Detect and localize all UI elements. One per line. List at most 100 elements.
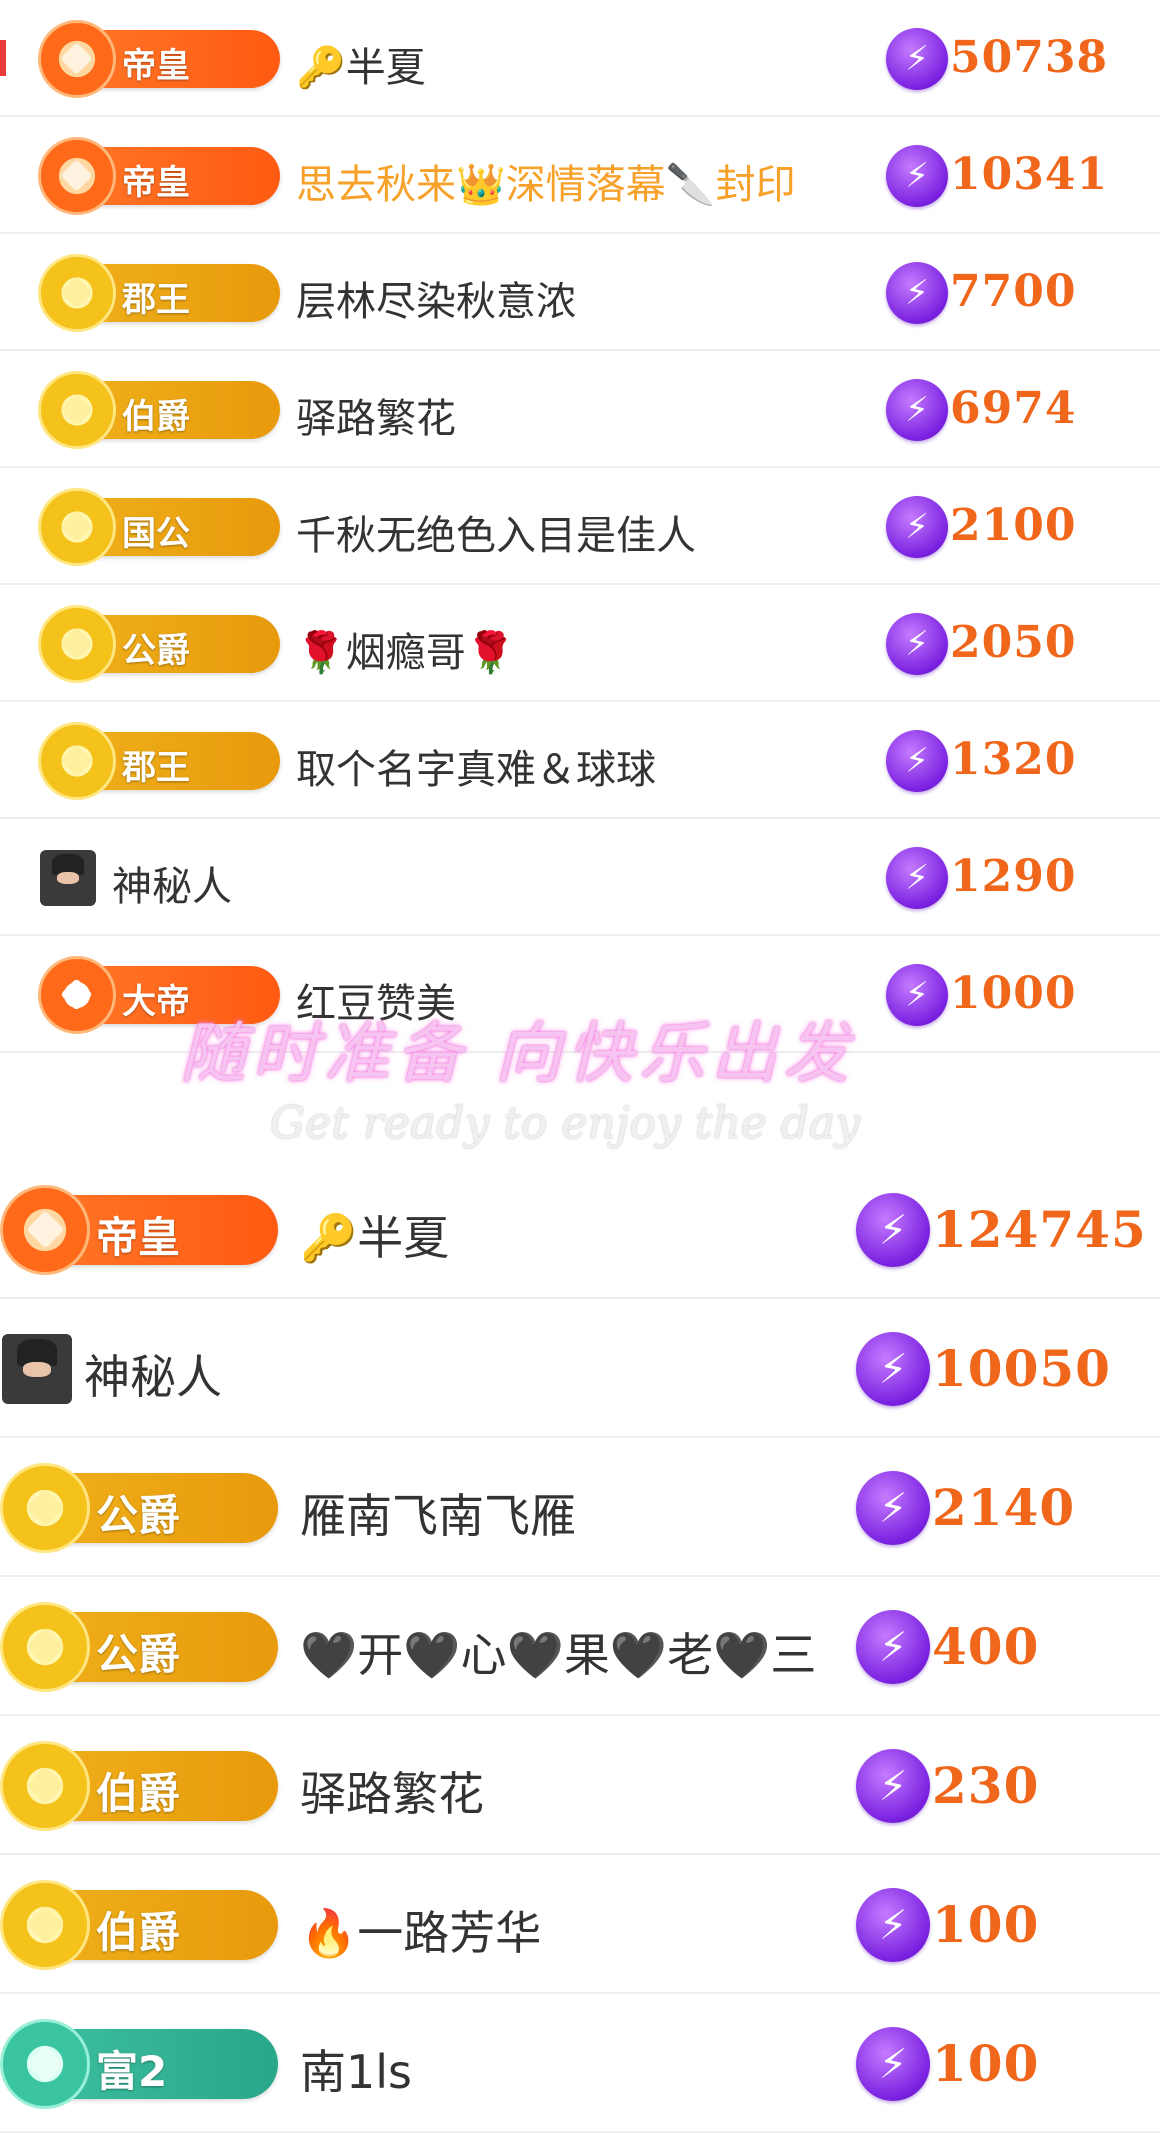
user-name[interactable]: 神秘人: [112, 854, 232, 912]
lightning-icon: ⚡: [886, 144, 948, 207]
contribution-score: 6974: [950, 383, 1077, 435]
user-name[interactable]: 雁南飞南飞雁: [300, 1480, 576, 1546]
rank-row[interactable]: 富2 南1ls ⚡ 100: [0, 1994, 1160, 2133]
lightning-icon: ⚡: [886, 846, 948, 909]
user-name[interactable]: 千秋无绝色入目是佳人: [296, 503, 696, 561]
rank-row[interactable]: 伯爵 🔥一路芳华 ⚡ 100: [0, 1855, 1160, 1994]
rank-label: 公爵: [96, 1630, 181, 1680]
watermark-overlay: 随时准备 向快乐出发 Get ready to enjoy the day: [0, 1000, 1172, 1170]
contribution-score: 1320: [950, 734, 1077, 786]
user-name[interactable]: 层林尽染秋意浓: [296, 269, 576, 327]
rank-label: 伯爵: [122, 397, 190, 438]
badge-emblem-icon: [0, 2018, 90, 2109]
rank-row[interactable]: 帝皇 🔑半夏 ⚡ 50738: [0, 0, 1160, 117]
rank-row[interactable]: 神秘人 ⚡ 10050: [0, 1299, 1160, 1438]
badge-emblem-icon: [38, 136, 116, 215]
badge-emblem-icon: [0, 1740, 90, 1831]
lightning-icon: ⚡: [856, 2026, 930, 2101]
contribution-score: 400: [932, 1616, 1040, 1676]
lightning-icon: ⚡: [856, 1887, 930, 1962]
rank-label: 帝皇: [122, 46, 190, 87]
rank-row[interactable]: 公爵 🌹烟瘾哥🌹 ⚡ 2050: [0, 585, 1160, 702]
badge-emblem-icon: [0, 1879, 90, 1970]
contribution-score: 50738: [950, 32, 1109, 84]
contribution-score: 2140: [932, 1477, 1076, 1537]
contribution-score: 2050: [950, 617, 1077, 669]
lightning-icon: ⚡: [886, 261, 948, 324]
watermark-chinese: 随时准备 向快乐出发: [180, 1015, 855, 1092]
user-name[interactable]: 🌹烟瘾哥🌹: [296, 620, 516, 678]
rank-badge: 公爵: [38, 604, 280, 683]
badge-emblem-icon: [38, 487, 116, 566]
rank-row[interactable]: 郡王 取个名字真难＆球球 ⚡ 1320: [0, 702, 1160, 819]
watermark-english: Get ready to enjoy the day: [270, 1098, 860, 1149]
rank-row[interactable]: 神秘人 ⚡ 1290: [0, 819, 1160, 936]
rank-row[interactable]: 帝皇 思去秋来👑深情落幕🔪封印 ⚡ 10341: [0, 117, 1160, 234]
lightning-icon: ⚡: [856, 1609, 930, 1684]
lightning-icon: ⚡: [886, 495, 948, 558]
rank-label: 帝皇: [96, 1213, 181, 1263]
badge-emblem-icon: [38, 721, 116, 800]
lightning-icon: ⚡: [886, 729, 948, 792]
badge-emblem-icon: [38, 604, 116, 683]
contribution-score: 124745: [932, 1199, 1147, 1259]
rank-badge: 郡王: [38, 721, 280, 800]
rank-row[interactable]: 郡王 层林尽染秋意浓 ⚡ 7700: [0, 234, 1160, 351]
rank-badge: 国公: [38, 487, 280, 566]
user-name[interactable]: 驿路繁花: [300, 1758, 484, 1824]
rank-label: 国公: [122, 514, 190, 555]
contribution-score: 7700: [950, 266, 1077, 318]
user-name[interactable]: 思去秋来👑深情落幕🔪封印: [296, 152, 796, 210]
badge-emblem-icon: [0, 1184, 90, 1275]
badge-emblem-icon: [0, 1462, 90, 1553]
user-name[interactable]: 南1ls: [300, 2036, 412, 2102]
contribution-score: 1290: [950, 851, 1077, 903]
contribution-score: 230: [932, 1755, 1040, 1815]
contribution-score: 10341: [950, 149, 1109, 201]
contribution-score: 10050: [932, 1338, 1111, 1398]
rank-badge: 伯爵: [38, 370, 280, 449]
rank-label: 伯爵: [96, 1908, 181, 1958]
rank-label: 郡王: [122, 748, 190, 789]
rank-badge: 帝皇: [38, 19, 280, 98]
rank-badge: 帝皇: [0, 1184, 278, 1275]
rank-row[interactable]: 公爵 雁南飞南飞雁 ⚡ 2140: [0, 1438, 1160, 1577]
lightning-icon: ⚡: [886, 378, 948, 441]
rank-row[interactable]: 伯爵 驿路繁花 ⚡ 230: [0, 1716, 1160, 1855]
contribution-score: 2100: [950, 500, 1077, 552]
rank-badge: 公爵: [0, 1462, 278, 1553]
lightning-icon: ⚡: [856, 1470, 930, 1545]
rank-label: 伯爵: [96, 1769, 181, 1819]
user-name[interactable]: 🔑半夏: [300, 1202, 449, 1268]
rank-row[interactable]: 公爵 🖤开🖤心🖤果🖤老🖤三 ⚡ 400: [0, 1577, 1160, 1716]
badge-emblem-icon: [0, 1601, 90, 1692]
badge-emblem-icon: [38, 19, 116, 98]
rank-label: 郡王: [122, 280, 190, 321]
contribution-score: 100: [932, 1894, 1040, 1954]
anonymous-avatar-icon[interactable]: [2, 1333, 72, 1404]
rank-badge: 富2: [0, 2018, 278, 2109]
rank-label: 公爵: [122, 631, 190, 672]
lightning-icon: ⚡: [886, 27, 948, 90]
anonymous-avatar-icon[interactable]: [40, 849, 96, 906]
rank-badge: 公爵: [0, 1601, 278, 1692]
user-name[interactable]: 取个名字真难＆球球: [296, 737, 656, 795]
lightning-icon: ⚡: [856, 1748, 930, 1823]
user-name[interactable]: 🖤开🖤心🖤果🖤老🖤三: [300, 1619, 816, 1685]
user-name[interactable]: 🔥一路芳华: [300, 1897, 541, 1963]
badge-emblem-icon: [38, 253, 116, 332]
user-name[interactable]: 驿路繁花: [296, 386, 456, 444]
rank-badge: 伯爵: [0, 1879, 278, 1970]
badge-emblem-icon: [38, 370, 116, 449]
lightning-icon: ⚡: [856, 1331, 930, 1406]
rank-badge: 郡王: [38, 253, 280, 332]
lightning-icon: ⚡: [886, 612, 948, 675]
lightning-icon: ⚡: [856, 1192, 930, 1267]
rank-badge: 伯爵: [0, 1740, 278, 1831]
rank-row[interactable]: 伯爵 驿路繁花 ⚡ 6974: [0, 351, 1160, 468]
rank-row[interactable]: 国公 千秋无绝色入目是佳人 ⚡ 2100: [0, 468, 1160, 585]
user-name[interactable]: 神秘人: [84, 1341, 222, 1407]
user-name[interactable]: 🔑半夏: [296, 35, 426, 93]
rank-row[interactable]: 帝皇 🔑半夏 ⚡ 124745: [0, 1160, 1160, 1299]
rank-label: 富2: [96, 2047, 168, 2097]
